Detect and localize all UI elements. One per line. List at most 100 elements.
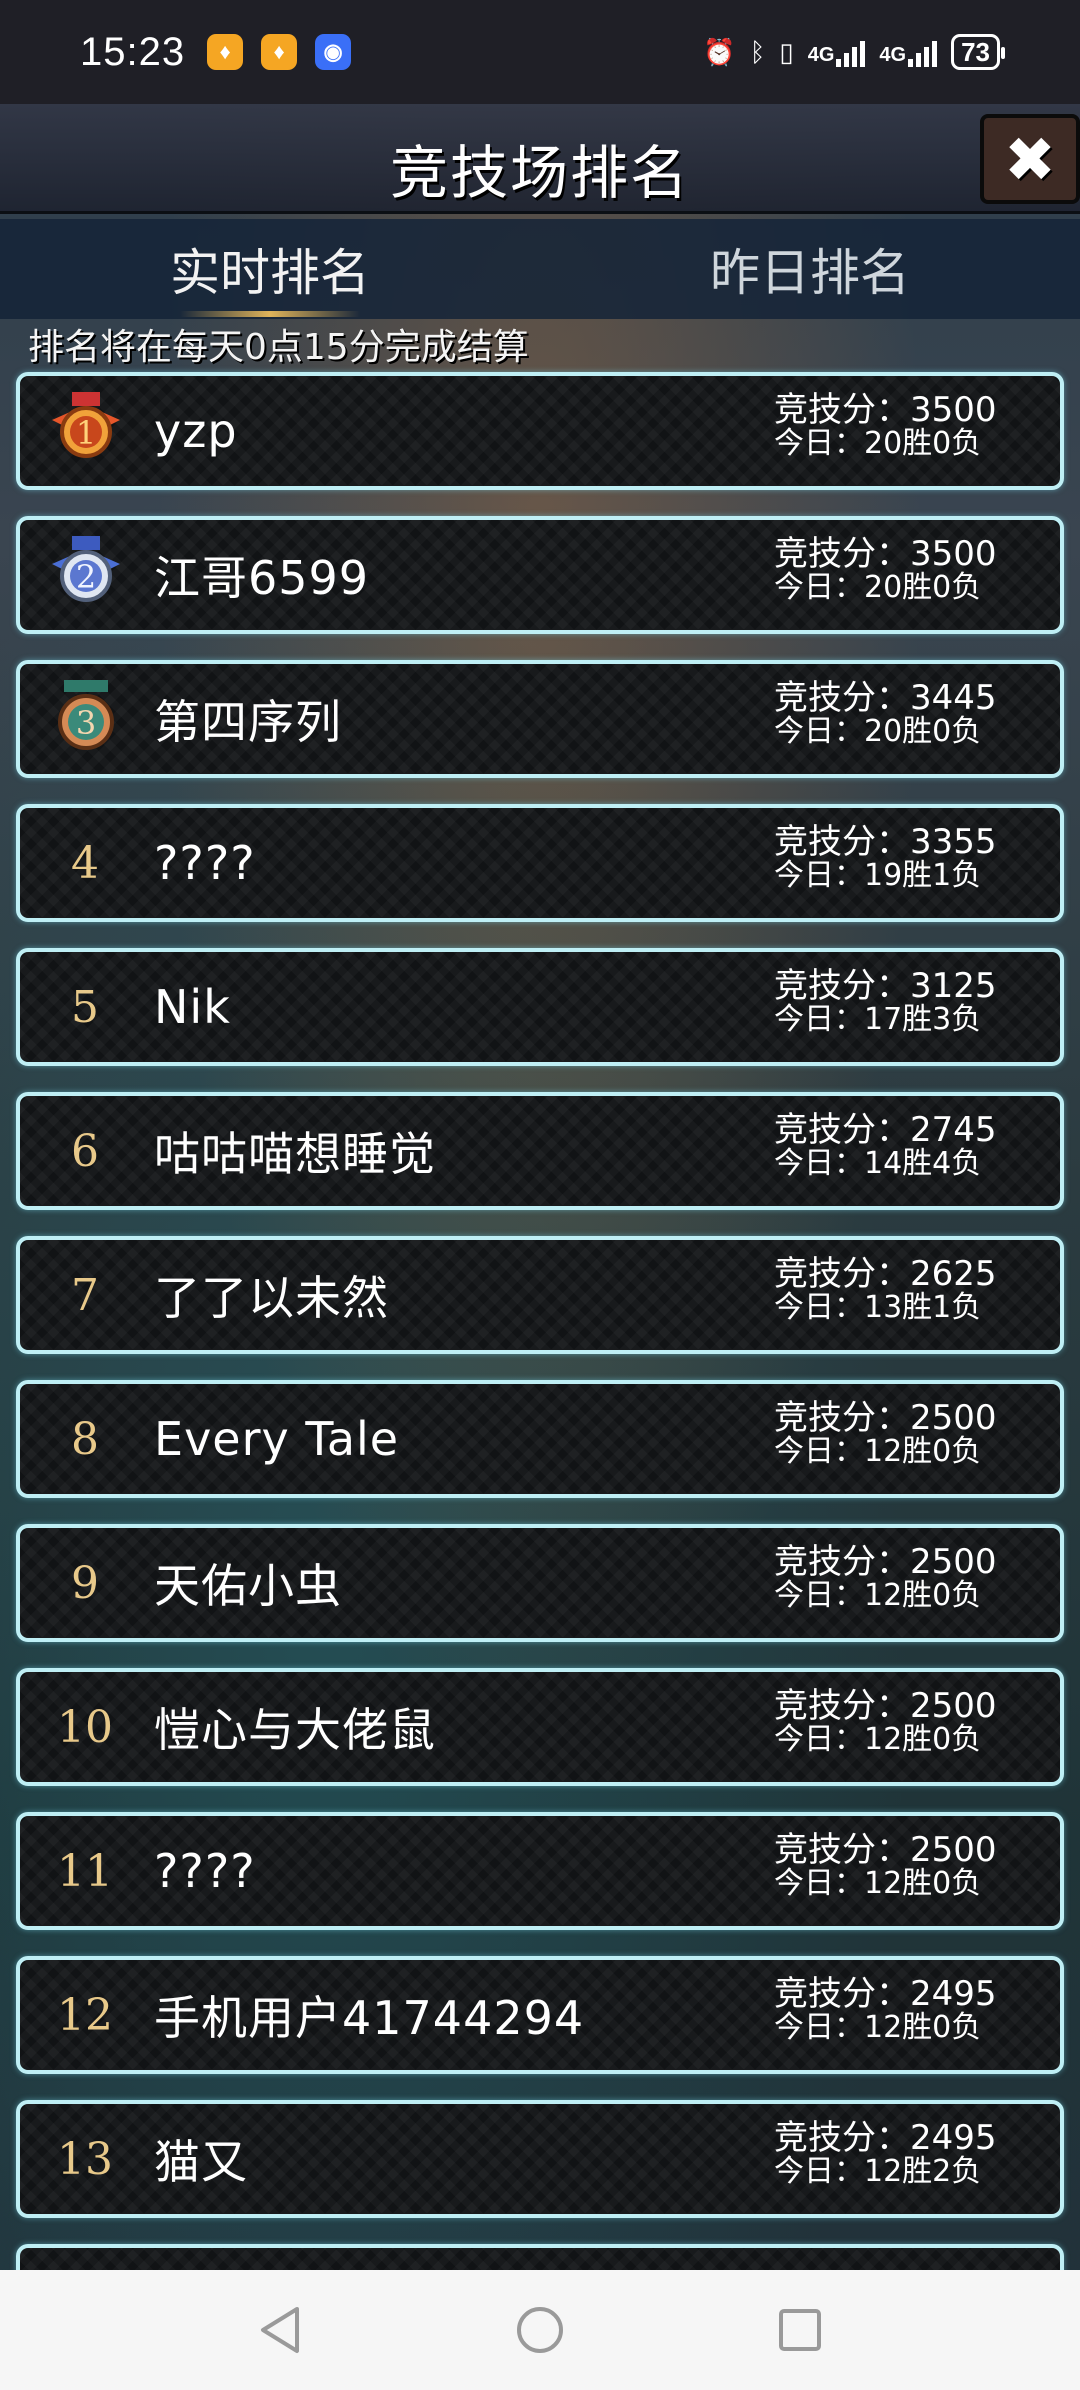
arena-score: 3500 [910,534,997,574]
status-icons: ⏰ ᛒ ▯ 4G 4G 73 [703,34,1005,70]
ranking-row[interactable]: 9 天佑小虫 竞技分：2500 今日：12胜0负 [16,1524,1064,1642]
ranking-row[interactable]: 10 愷心与大佬鼠 竞技分：2500 今日：12胜0负 [16,1668,1064,1786]
player-name: 江哥6599 [154,551,370,605]
ranking-row[interactable]: 11 ???? 竞技分：2500 今日：12胜0负 [16,1812,1064,1930]
player-name: 手机用户41744294 [154,1991,585,2045]
status-time: 15:23 [80,29,186,74]
ranking-row[interactable]: 8 Every Tale 竞技分：2500 今日：12胜0负 [16,1380,1064,1498]
silver-medal-icon: 2 [52,536,120,602]
arena-score: 3125 [910,966,997,1006]
today-record: 12胜0负 [864,1578,982,1613]
player-name: 天佑小虫 [154,1559,342,1613]
svg-text:3: 3 [76,704,96,742]
back-icon [261,2307,299,2353]
rank-number: 11 [57,1845,113,1897]
arena-score: 2495 [910,2118,997,2158]
score-block: 竞技分：3355 今日：19胜1负 [774,822,997,893]
close-button[interactable]: ✖ [980,114,1080,204]
app-notification-icon: ♦ [207,34,244,70]
ranking-row[interactable]: 13 猫又 竞技分：2495 今日：12胜2负 [16,2100,1064,2218]
score-block: 竞技分：3125 今日：17胜3负 [774,966,997,1037]
arena-score: 2625 [910,1254,997,1294]
rank-number: 7 [71,1269,99,1321]
network-type: 4G [879,44,907,66]
ranking-row[interactable]: 12 手机用户41744294 竞技分：2495 今日：12胜0负 [16,1956,1064,2074]
ranking-row[interactable]: 6 咕咕喵想睡觉 竞技分：2745 今日：14胜4负 [16,1092,1064,1210]
score-block: 竞技分：2495 今日：12胜0负 [774,1974,997,2045]
player-name: 愷心与大佬鼠 [154,1703,436,1757]
navigation-bar [0,2270,1080,2390]
ranking-row[interactable]: 4 ???? 竞技分：3355 今日：19胜1负 [16,804,1064,922]
today-record: 19胜1负 [864,858,982,893]
today-record: 20胜0负 [864,426,982,461]
recents-icon [779,2309,821,2351]
battery-icon: 73 [951,34,1005,70]
page-title: 竞技场排名 [389,139,690,207]
rank-number: 8 [71,1413,99,1465]
rank-number: 13 [57,2133,113,2185]
rank-number: 10 [57,1701,113,1753]
today-record: 14胜4负 [864,1146,982,1181]
today-record: 12胜0负 [864,1722,982,1757]
arena-score: 3445 [910,678,997,718]
tab-yesterday-ranking[interactable]: 昨日排名 [540,219,1080,319]
recents-button[interactable] [775,2305,825,2355]
rank-number: 5 [71,981,99,1033]
player-name: ???? [154,1844,256,1898]
ranking-row[interactable]: 7 了了以未然 竞技分：2625 今日：13胜1负 [16,1236,1064,1354]
ranking-row-partial[interactable] [16,2244,1064,2270]
svg-text:2: 2 [76,558,96,596]
player-name: 猫又 [154,2135,248,2189]
app-notification-icon: ◉ [315,34,352,70]
score-block: 竞技分：2625 今日：13胜1负 [774,1254,997,1325]
arena-score: 3355 [910,822,997,862]
ranking-row[interactable]: 1 yzp 竞技分：3500 今日：20胜0负 [16,372,1064,490]
status-bar: 15:23 ♦ ♦ ◉ ⏰ ᛒ ▯ 4G 4G 73 [0,0,1080,104]
today-record: 20胜0负 [864,714,982,749]
svg-text:1: 1 [76,414,96,452]
tab-realtime-ranking[interactable]: 实时排名 [0,219,540,319]
player-name: 咕咕喵想睡觉 [154,1127,436,1181]
score-block: 竞技分：3500 今日：20胜0负 [774,390,997,461]
today-record: 13胜1负 [864,1290,982,1325]
ranking-row[interactable]: 5 Nik 竞技分：3125 今日：17胜3负 [16,948,1064,1066]
today-record: 20胜0负 [864,570,982,605]
home-button[interactable] [515,2305,565,2355]
today-record: 12胜0负 [864,1434,982,1469]
score-block: 竞技分：3500 今日：20胜0负 [774,534,997,605]
signal-icon: 4G [879,37,938,67]
today-record: 12胜0负 [864,2010,982,2045]
score-block: 竞技分：2745 今日：14胜4负 [774,1110,997,1181]
rank-number: 12 [57,1989,113,2041]
arena-score: 2500 [910,1830,997,1870]
score-block: 竞技分：2495 今日：12胜2负 [774,2118,997,2189]
app-notification-icon: ♦ [261,34,298,70]
arena-score: 2745 [910,1110,997,1150]
today-record: 17胜3负 [864,1002,982,1037]
arena-score: 2500 [910,1398,997,1438]
signal-icon: 4G [808,37,866,67]
player-name: Nik [154,980,231,1034]
today-record: 12胜2负 [864,2154,982,2189]
alarm-icon: ⏰ [703,36,736,67]
score-block: 竞技分：2500 今日：12胜0负 [774,1542,997,1613]
score-block: 竞技分：2500 今日：12胜0负 [774,1398,997,1469]
back-button[interactable] [255,2305,305,2355]
ranking-row[interactable]: 3 第四序列 竞技分：3445 今日：20胜0负 [16,660,1064,778]
arena-score: 2495 [910,1974,997,2014]
close-icon: ✖ [1004,122,1056,196]
score-block: 竞技分：3445 今日：20胜0负 [774,678,997,749]
rank-number: 4 [71,837,99,889]
player-name: ???? [154,836,256,890]
vibrate-icon: ▯ [779,36,794,67]
player-name: Every Tale [154,1412,400,1466]
arena-score: 2500 [910,1542,997,1582]
gold-medal-icon: 1 [52,392,120,458]
score-block: 竞技分：2500 今日：12胜0负 [774,1830,997,1901]
arena-score: 3500 [910,390,997,430]
ranking-row[interactable]: 2 江哥6599 竞技分：3500 今日：20胜0负 [16,516,1064,634]
battery-level: 73 [961,36,990,67]
bluetooth-icon: ᛒ [749,36,766,67]
score-block: 竞技分：2500 今日：12胜0负 [774,1686,997,1757]
today-record: 12胜0负 [864,1866,982,1901]
